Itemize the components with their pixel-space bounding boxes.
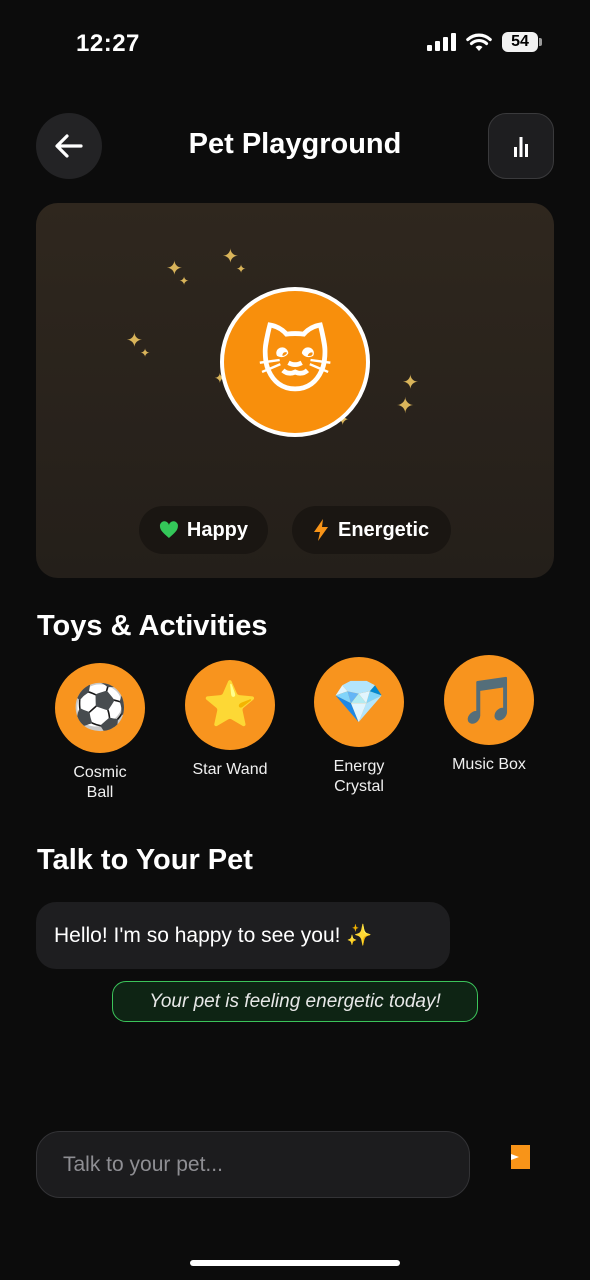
status-time: 12:27 bbox=[76, 30, 140, 57]
mood-badge-energetic: Energetic bbox=[292, 506, 451, 554]
sparkle-icon: ✦ bbox=[396, 393, 415, 418]
battery-icon: 54 bbox=[502, 32, 542, 52]
heart-icon bbox=[159, 521, 178, 538]
toy-label: Music Box bbox=[452, 756, 526, 773]
status-message-text: Your pet is feeling energetic today! bbox=[149, 990, 441, 1012]
toys-section-title: Toys & Activities bbox=[37, 610, 268, 642]
mood-badge-happy: Happy bbox=[139, 506, 268, 554]
sparkle-icon: ✦ bbox=[140, 346, 151, 360]
pet-message-text: Hello! I'm so happy to see you! ✨ bbox=[54, 923, 373, 947]
toy-energy-crystal[interactable]: 💎 Energy Crystal bbox=[294, 657, 424, 797]
send-button[interactable] bbox=[511, 1145, 530, 1169]
gem-icon: 💎 bbox=[332, 678, 386, 725]
pet-playground-screen: 12:27 54 Pet Playground ✦ ✦ ✦ ✦ ✦ ✦ ✦ ✦ … bbox=[0, 0, 590, 1280]
star-icon: ⭐ bbox=[202, 680, 258, 729]
sparkle-icon: ✦ bbox=[236, 262, 247, 276]
sparkle-icon: ✦ bbox=[402, 372, 419, 394]
toy-label: Star Wand bbox=[192, 761, 268, 778]
status-message-bubble: Your pet is feeling energetic today! bbox=[112, 981, 478, 1022]
status-indicators: 54 bbox=[427, 32, 542, 52]
toy-music-box[interactable]: 🎵 Music Box bbox=[424, 655, 554, 775]
stats-button[interactable] bbox=[488, 113, 554, 179]
toy-label: Energy Crystal bbox=[333, 758, 385, 795]
toy-button[interactable]: ⚽ bbox=[55, 663, 145, 753]
toy-label: Cosmic Ball bbox=[73, 764, 127, 801]
pet-card: ✦ ✦ ✦ ✦ ✦ ✦ ✦ ✦ ✦ ✦ 🐱 Happy Energetic bbox=[36, 203, 554, 578]
mood-label: Energetic bbox=[338, 518, 430, 541]
chat-input[interactable] bbox=[36, 1131, 470, 1198]
pet-message-bubble: Hello! I'm so happy to see you! ✨ bbox=[36, 902, 450, 969]
sparkle-icon: ✦ bbox=[179, 274, 190, 288]
mood-label: Happy bbox=[186, 518, 248, 541]
toy-button[interactable]: 🎵 bbox=[444, 655, 534, 745]
toy-button[interactable]: ⭐ bbox=[185, 660, 275, 750]
toy-star-wand[interactable]: ⭐ Star Wand bbox=[165, 660, 295, 780]
send-icon bbox=[511, 1154, 519, 1160]
home-indicator bbox=[190, 1260, 400, 1266]
pet-avatar[interactable]: 🐱 bbox=[220, 287, 370, 437]
toy-button[interactable]: 💎 bbox=[314, 657, 404, 747]
cellular-signal-icon bbox=[427, 33, 456, 51]
wifi-icon bbox=[466, 33, 492, 51]
bar-chart-icon bbox=[514, 137, 528, 157]
battery-level: 54 bbox=[502, 32, 538, 52]
music-note-icon: 🎵 bbox=[460, 674, 518, 726]
toy-cosmic-ball[interactable]: ⚽ Cosmic Ball bbox=[35, 663, 165, 803]
chat-section-title: Talk to Your Pet bbox=[37, 844, 253, 876]
lightning-icon bbox=[314, 519, 328, 541]
soccer-ball-icon: ⚽ bbox=[72, 683, 128, 732]
cat-face-icon: 🐱 bbox=[257, 322, 333, 402]
